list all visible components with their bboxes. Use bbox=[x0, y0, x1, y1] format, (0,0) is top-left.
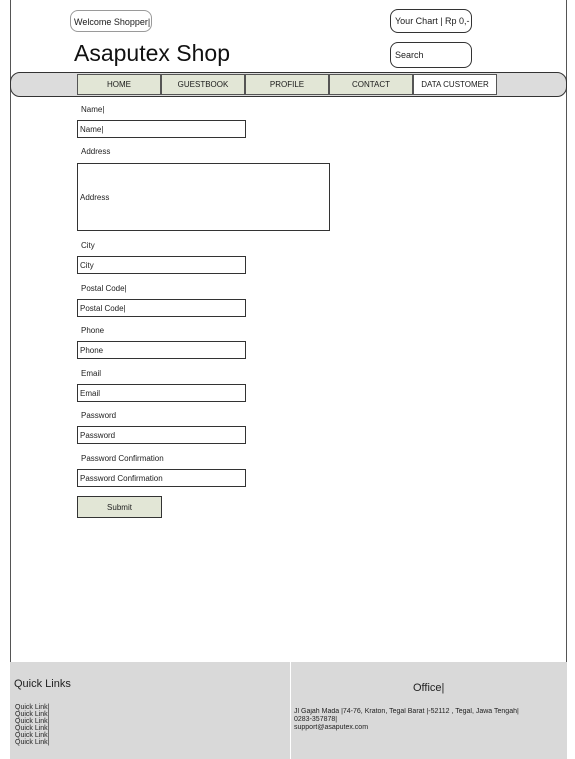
email-label: Email bbox=[81, 369, 102, 378]
nav-item-home[interactable]: HOME bbox=[77, 74, 161, 95]
cart-summary-button[interactable]: Your Chart | Rp 0,- bbox=[390, 9, 472, 33]
office-address: Jl Gajah Mada |74-76, Kraton, Tegal Bara… bbox=[294, 708, 519, 715]
office-phone: 0283-357878| bbox=[294, 716, 338, 723]
phone-field[interactable] bbox=[77, 341, 246, 359]
page-frame-right bbox=[566, 0, 567, 662]
quick-links-title: Quick Links bbox=[14, 678, 71, 690]
nav-item-contact[interactable]: CONTACT bbox=[329, 74, 413, 95]
welcome-message: Welcome Shopper| bbox=[70, 10, 152, 32]
nav-item-data-customer[interactable]: DATA CUSTOMER bbox=[413, 74, 497, 95]
name-field[interactable] bbox=[77, 120, 246, 138]
phone-label: Phone bbox=[81, 326, 105, 335]
postal-code-field[interactable] bbox=[77, 299, 246, 317]
nav-item-guestbook[interactable]: GUESTBOOK bbox=[161, 74, 245, 95]
address-label: Address bbox=[81, 147, 111, 156]
name-label: Name| bbox=[81, 105, 105, 114]
quick-link[interactable]: Quick Link| bbox=[15, 739, 50, 746]
postal-code-label: Postal Code| bbox=[81, 284, 127, 293]
search-input[interactable] bbox=[390, 42, 472, 68]
office-contact-info: Jl Gajah Mada |74-76, Kraton, Tegal Bara… bbox=[294, 708, 564, 732]
page-frame-left bbox=[10, 0, 11, 662]
quick-link[interactable]: Quick Link| bbox=[15, 732, 50, 739]
nav-item-profile[interactable]: PROFILE bbox=[245, 74, 329, 95]
address-textarea[interactable]: Address bbox=[77, 163, 330, 231]
submit-button[interactable]: Submit bbox=[77, 496, 162, 518]
quick-link[interactable]: Quick Link| bbox=[15, 725, 50, 732]
office-email: support@asaputex.com bbox=[294, 724, 369, 731]
quick-link[interactable]: Quick Link| bbox=[15, 711, 50, 718]
quick-links-list: Quick Link| Quick Link| Quick Link| Quic… bbox=[15, 704, 50, 746]
password-field[interactable] bbox=[77, 426, 246, 444]
email-field[interactable] bbox=[77, 384, 246, 402]
quick-link[interactable]: Quick Link| bbox=[15, 718, 50, 725]
quick-link[interactable]: Quick Link| bbox=[15, 704, 50, 711]
password-confirmation-field[interactable] bbox=[77, 469, 246, 487]
office-title: Office| bbox=[413, 682, 445, 694]
footer-divider bbox=[290, 662, 291, 759]
password-confirmation-label: Password Confirmation bbox=[81, 454, 164, 463]
shop-title: Asaputex Shop bbox=[74, 40, 231, 66]
city-label: City bbox=[81, 241, 95, 250]
password-label: Password bbox=[81, 411, 117, 420]
city-field[interactable] bbox=[77, 256, 246, 274]
